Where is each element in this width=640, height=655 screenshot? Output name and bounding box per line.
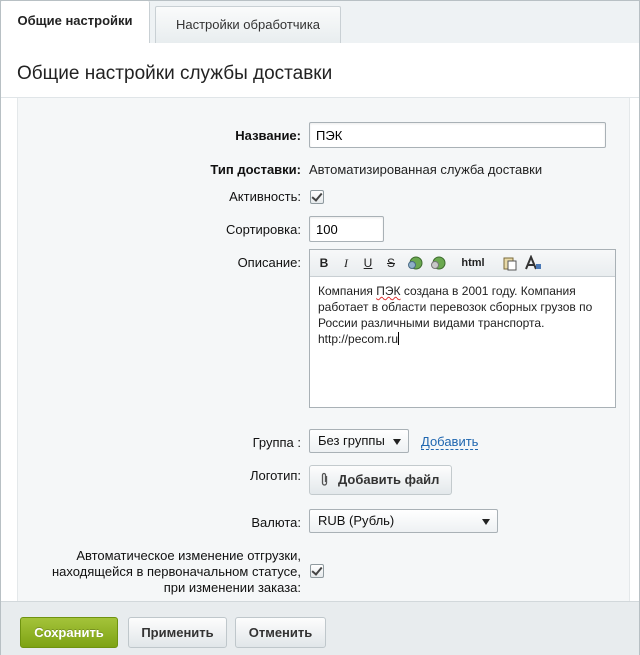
auto-shipment-label-line: при изменении заказа: <box>163 580 301 595</box>
text-caret <box>398 332 400 345</box>
form-area: Название: Тип доставки: Автоматизированн… <box>17 98 630 601</box>
sort-input[interactable] <box>309 216 384 242</box>
delivery-type-value: Автоматизированная служба доставки <box>309 162 543 177</box>
bold-button[interactable]: B <box>318 255 330 271</box>
active-checkbox[interactable] <box>310 190 324 204</box>
underline-button[interactable]: U <box>362 255 374 271</box>
insert-link-icon[interactable] <box>407 255 423 271</box>
add-group-link[interactable]: Добавить <box>421 434 479 450</box>
chevron-down-icon <box>482 519 490 525</box>
group-select[interactable]: Без группы <box>309 429 409 453</box>
description-text-part: Компания <box>318 284 377 298</box>
delivery-type-label: Тип доставки: <box>210 162 301 177</box>
font-style-icon[interactable] <box>524 254 542 271</box>
currency-select-value: RUB (Рубль) <box>318 513 395 528</box>
add-file-button[interactable]: Добавить файл <box>309 465 452 495</box>
strikethrough-button[interactable]: S <box>385 255 397 271</box>
auto-shipment-label: Автоматическое изменение отгрузки, наход… <box>52 548 301 596</box>
description-editor: B I U S html Компания ПЭК создана в 2001… <box>309 249 616 408</box>
chevron-down-icon <box>393 439 401 445</box>
tab-general-settings[interactable]: Общие настройки <box>1 1 150 43</box>
cancel-button[interactable]: Отменить <box>235 617 326 648</box>
add-file-label: Добавить файл <box>338 472 440 487</box>
auto-shipment-label-line: находящейся в первоначальном статусе, <box>51 564 301 579</box>
page-title: Общие настройки службы доставки <box>17 63 333 84</box>
active-label: Активность: <box>229 189 301 204</box>
auto-shipment-checkbox[interactable] <box>310 564 324 578</box>
description-text-misspelled: ПЭК <box>376 284 401 298</box>
sort-label: Сортировка: <box>226 222 301 237</box>
currency-select[interactable]: RUB (Рубль) <box>309 509 498 533</box>
save-button[interactable]: Сохранить <box>20 617 118 648</box>
paste-icon[interactable] <box>502 255 518 271</box>
group-select-value: Без группы <box>318 433 385 448</box>
currency-label: Валюта: <box>251 515 301 530</box>
name-label: Название: <box>235 128 301 143</box>
auto-shipment-label-line: Автоматическое изменение отгрузки, <box>76 548 301 563</box>
html-mode-button[interactable]: html <box>458 255 488 271</box>
name-input[interactable] <box>309 122 606 148</box>
paperclip-icon <box>321 472 328 486</box>
logo-label: Логотип: <box>249 468 301 483</box>
footer-bar: Сохранить Применить Отменить <box>1 601 639 655</box>
tab-handler-settings[interactable]: Настройки обработчика <box>155 6 341 43</box>
italic-button[interactable]: I <box>340 255 352 271</box>
description-text[interactable]: Компания ПЭК создана в 2001 году. Компан… <box>318 283 608 347</box>
group-label: Группа : <box>252 435 301 450</box>
description-label: Описание: <box>237 255 301 270</box>
window-frame: Общие настройки Настройки обработчика Об… <box>0 0 640 655</box>
settings-panel: Общие настройки службы доставки Название… <box>1 43 639 601</box>
apply-button[interactable]: Применить <box>128 617 227 648</box>
tab-bar: Общие настройки Настройки обработчика <box>1 1 639 44</box>
remove-link-icon[interactable] <box>430 255 446 271</box>
editor-toolbar: B I U S html <box>310 250 615 277</box>
